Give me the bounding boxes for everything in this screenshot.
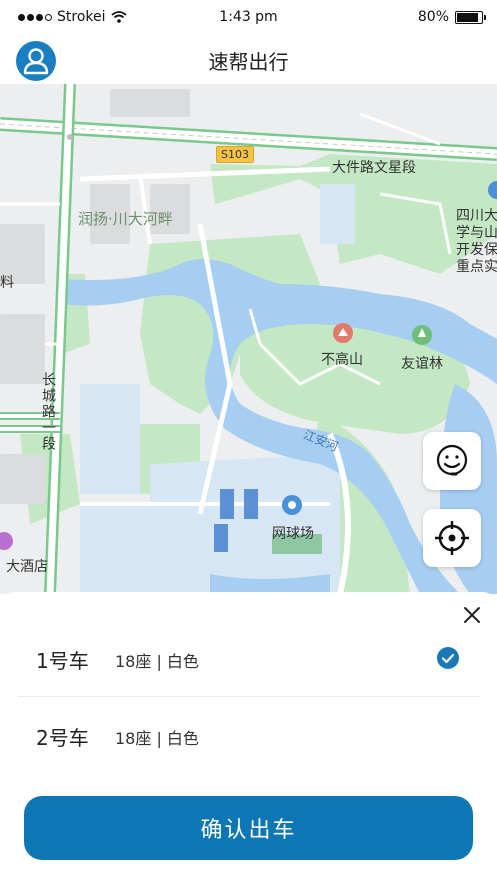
- compound-label: 润扬·川大河畔: [78, 210, 173, 228]
- road-label-east: 大件路文星段: [332, 160, 416, 176]
- hill-label: 不高山: [321, 352, 363, 368]
- map-view[interactable]: S103 大件路文星段 润扬·川大河畔 四川大 学与山 开发保 重点实 不高山 …: [0, 84, 497, 594]
- nav-header: 速帮出行: [0, 34, 497, 84]
- customer-service-button[interactable]: [423, 432, 481, 490]
- road-label-vertical: 长城路一段: [40, 372, 56, 452]
- confirm-dispatch-button[interactable]: 确认出车: [24, 796, 473, 860]
- tennis-label: 网球场: [272, 526, 314, 542]
- vehicle-option-2[interactable]: 2号车 18座 | 白色: [18, 697, 479, 773]
- crosshair-icon: [435, 521, 469, 555]
- vehicle-name: 1号车: [36, 649, 89, 673]
- locate-button[interactable]: [423, 509, 481, 567]
- check-icon: [437, 647, 459, 669]
- road-badge: S103: [216, 146, 254, 163]
- forest-label: 友谊林: [401, 356, 443, 372]
- vehicle-info: 18座 | 白色: [115, 729, 199, 748]
- battery-icon: [455, 10, 486, 24]
- vehicle-info: 18座 | 白色: [115, 652, 199, 671]
- page-title: 速帮出行: [208, 50, 289, 74]
- battery-percent: 80%: [417, 9, 449, 25]
- status-right: 80%: [417, 9, 486, 25]
- edge-label: 料: [0, 275, 14, 291]
- hotel-label: 大酒店: [6, 559, 48, 575]
- vehicle-option-1[interactable]: 1号车 18座 | 白色: [18, 620, 479, 697]
- status-bar: Strokei 1:43 pm 80%: [0, 0, 497, 34]
- customer-service-icon: [436, 444, 468, 476]
- vehicle-sheet: 1号车 18座 | 白色 2号车 18座 | 白色 确认出车: [0, 592, 497, 883]
- university-label: 四川大 学与山 开发保 重点实: [456, 208, 497, 275]
- vehicle-name: 2号车: [36, 726, 89, 750]
